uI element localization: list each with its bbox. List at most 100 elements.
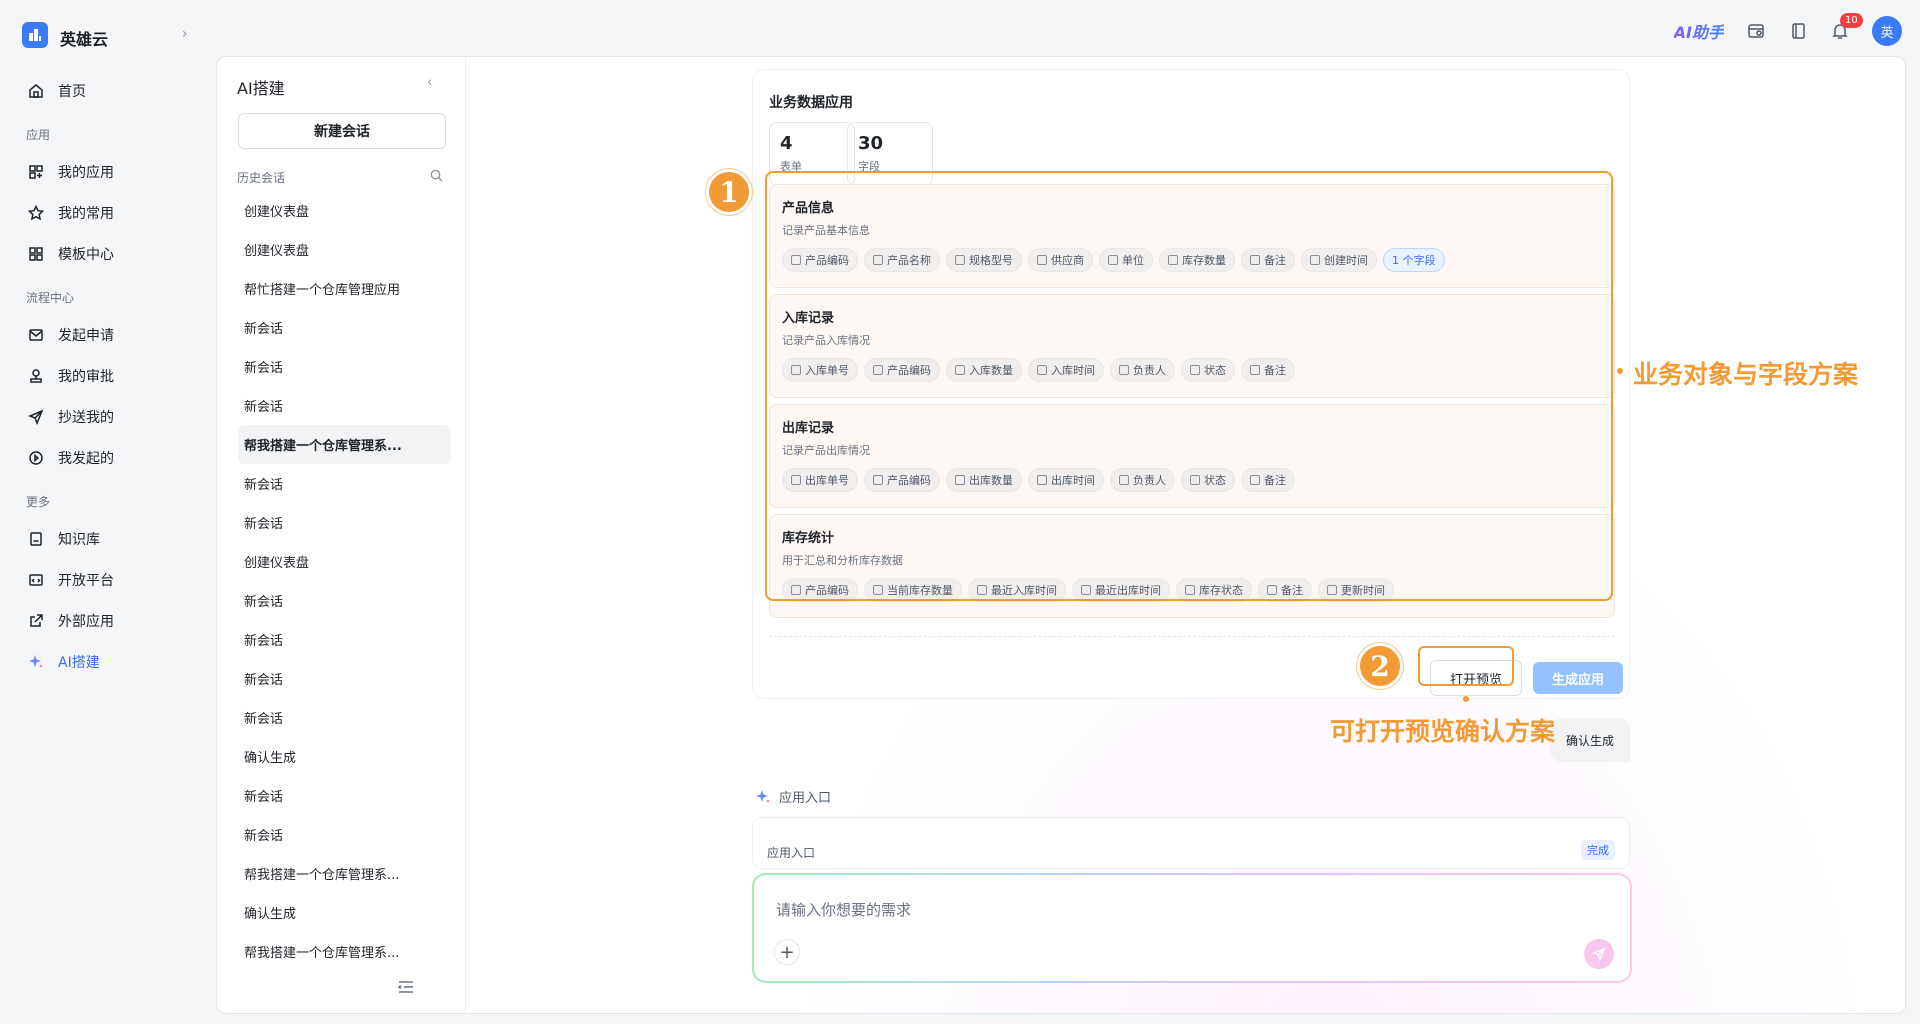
nav-external-apps[interactable]: 外部应用: [0, 600, 216, 641]
history-item[interactable]: 新会话: [238, 386, 451, 425]
notification-badge: 10: [1840, 13, 1863, 28]
nav-external-apps-label: 外部应用: [58, 613, 114, 630]
history-item[interactable]: 帮我搭建一个仓库管理系...: [238, 425, 451, 464]
history-label: 历史会话: [237, 171, 286, 185]
avatar[interactable]: 英: [1872, 16, 1902, 46]
search-icon[interactable]: [430, 169, 443, 186]
annotation-number-1: 1: [706, 169, 752, 215]
apps-grid-icon: [29, 164, 43, 179]
chat-input-placeholder: 请输入你想要的需求: [776, 901, 912, 919]
history-item[interactable]: 创建仪表盘: [238, 542, 451, 581]
nav-my-approval[interactable]: 我的审批: [0, 355, 216, 396]
app-entry-card[interactable]: 应用入口 完成: [752, 817, 1630, 869]
history-item[interactable]: 新会话: [238, 503, 451, 542]
history-item[interactable]: 帮我搭建一个仓库管理系...: [238, 854, 451, 893]
annotation-box-objects: [765, 171, 1613, 601]
code-window-icon: [29, 573, 43, 586]
chevron-right-icon[interactable]: ›: [182, 26, 188, 42]
divider: [769, 636, 1615, 637]
history-item[interactable]: 确认生成: [238, 737, 451, 776]
generate-app-button[interactable]: 生成应用: [1533, 662, 1623, 694]
chat-input[interactable]: 请输入你想要的需求 +: [754, 875, 1630, 981]
history-item[interactable]: 新会话: [238, 776, 451, 815]
nav-cc-me[interactable]: 抄送我的: [0, 396, 216, 437]
bell-icon[interactable]: 10: [1830, 13, 1863, 41]
send-icon: [1592, 947, 1606, 961]
send-icon: [28, 409, 44, 425]
history-item[interactable]: 创建仪表盘: [238, 191, 451, 230]
mail-icon: [29, 328, 43, 341]
history-item[interactable]: 新会话: [238, 659, 451, 698]
nav-section-more: 更多: [26, 495, 51, 509]
chevron-left-icon[interactable]: ‹: [427, 75, 432, 90]
top-bar: 英雄云 › AI助手 10 英: [0, 0, 1920, 56]
chat-input-container: 请输入你想要的需求 +: [752, 873, 1632, 983]
app-logo[interactable]: [22, 22, 48, 48]
nav-my-approval-label: 我的审批: [58, 368, 114, 385]
nav-open-platform-label: 开放平台: [58, 572, 114, 589]
nav-my-common-label: 我的常用: [58, 205, 114, 222]
new-chat-button[interactable]: 新建会话: [238, 113, 446, 149]
nav-my-started[interactable]: 我发起的: [0, 437, 216, 478]
book-icon[interactable]: [1788, 21, 1808, 41]
history-item[interactable]: 新会话: [238, 581, 451, 620]
nav-templates[interactable]: 模板中心: [0, 233, 216, 274]
send-button[interactable]: [1584, 939, 1614, 969]
nav-my-common[interactable]: 我的常用: [0, 192, 216, 233]
nav-ai-build-label: AI搭建: [58, 654, 100, 671]
history-item[interactable]: 新会话: [238, 347, 451, 386]
history-item[interactable]: 新会话: [238, 308, 451, 347]
app-plan-title: 业务数据应用: [769, 95, 853, 111]
external-link-icon: [30, 613, 43, 627]
annotation-dot: [1617, 368, 1623, 374]
history-item[interactable]: 创建仪表盘: [238, 230, 451, 269]
status-badge: 完成: [1581, 840, 1615, 860]
nav-knowledge[interactable]: 知识库: [0, 518, 216, 559]
nav-home[interactable]: 首页: [0, 70, 216, 111]
stamp-icon: [30, 368, 42, 383]
sparkle-icon: [29, 654, 43, 668]
app-entry-header: 应用入口: [755, 787, 831, 806]
nav-my-apps[interactable]: 我的应用: [0, 151, 216, 192]
conversation-panel: AI搭建 ‹ 新建会话 历史会话 创建仪表盘 创建仪表盘 帮忙搭建一个仓库管理应用新…: [217, 57, 466, 1013]
app-entry-label: 应用入口: [767, 846, 816, 860]
nav-section-flow: 流程中心: [26, 291, 75, 305]
nav-templates-label: 模板中心: [58, 246, 114, 263]
nav-section-apps: 应用: [26, 128, 51, 142]
nav-start-request[interactable]: 发起申请: [0, 314, 216, 355]
nav-home-label: 首页: [58, 83, 86, 100]
ai-helper-button[interactable]: AI助手: [1674, 19, 1724, 43]
menu-collapse-icon[interactable]: [397, 979, 415, 999]
window-settings-icon[interactable]: [1746, 21, 1766, 41]
history-item[interactable]: 帮忙搭建一个仓库管理应用: [238, 269, 451, 308]
nav-my-apps-label: 我的应用: [58, 164, 114, 181]
history-item[interactable]: 新会话: [238, 620, 451, 659]
annotation-text-objects: 业务对象与字段方案: [1633, 360, 1859, 389]
user-message-bubble: 确认生成: [1550, 718, 1630, 762]
history-item[interactable]: 确认生成: [238, 893, 451, 932]
conversation-panel-title: AI搭建: [237, 79, 285, 98]
left-nav: 首页 应用 我的应用 我的常用 模板中心 流程中心 发起申请 我的审批 抄送我的…: [0, 70, 216, 682]
nav-ai-build[interactable]: AI搭建: [0, 641, 216, 682]
sparkle-icon: [756, 789, 770, 803]
play-circle-icon: [29, 450, 43, 465]
knowledge-book-icon: [30, 531, 42, 546]
history-item[interactable]: 帮我搭建一个仓库管理系...: [238, 932, 451, 971]
app-name: 英雄云: [60, 30, 109, 49]
nav-knowledge-label: 知识库: [58, 531, 100, 548]
history-item[interactable]: 新会话: [238, 464, 451, 503]
annotation-text-preview: 可打开预览确认方案: [1330, 717, 1556, 746]
home-icon: [29, 83, 43, 98]
annotation-dot: [1463, 696, 1469, 702]
annotation-box-preview: [1418, 646, 1514, 686]
history-item[interactable]: 新会话: [238, 698, 451, 737]
nav-start-request-label: 发起申请: [58, 327, 114, 344]
nav-my-started-label: 我发起的: [58, 450, 114, 467]
history-item[interactable]: 新会话: [238, 815, 451, 854]
nav-cc-me-label: 抄送我的: [58, 409, 114, 426]
stat-fields-num: 30: [858, 133, 884, 154]
history-list: 创建仪表盘 创建仪表盘 帮忙搭建一个仓库管理应用 新会话 新会话 新会话 帮我搭建一个仓库管…: [238, 191, 451, 971]
nav-open-platform[interactable]: 开放平台: [0, 559, 216, 600]
add-attachment-button[interactable]: +: [774, 939, 800, 965]
app-entry-head-label: 应用入口: [779, 791, 832, 806]
